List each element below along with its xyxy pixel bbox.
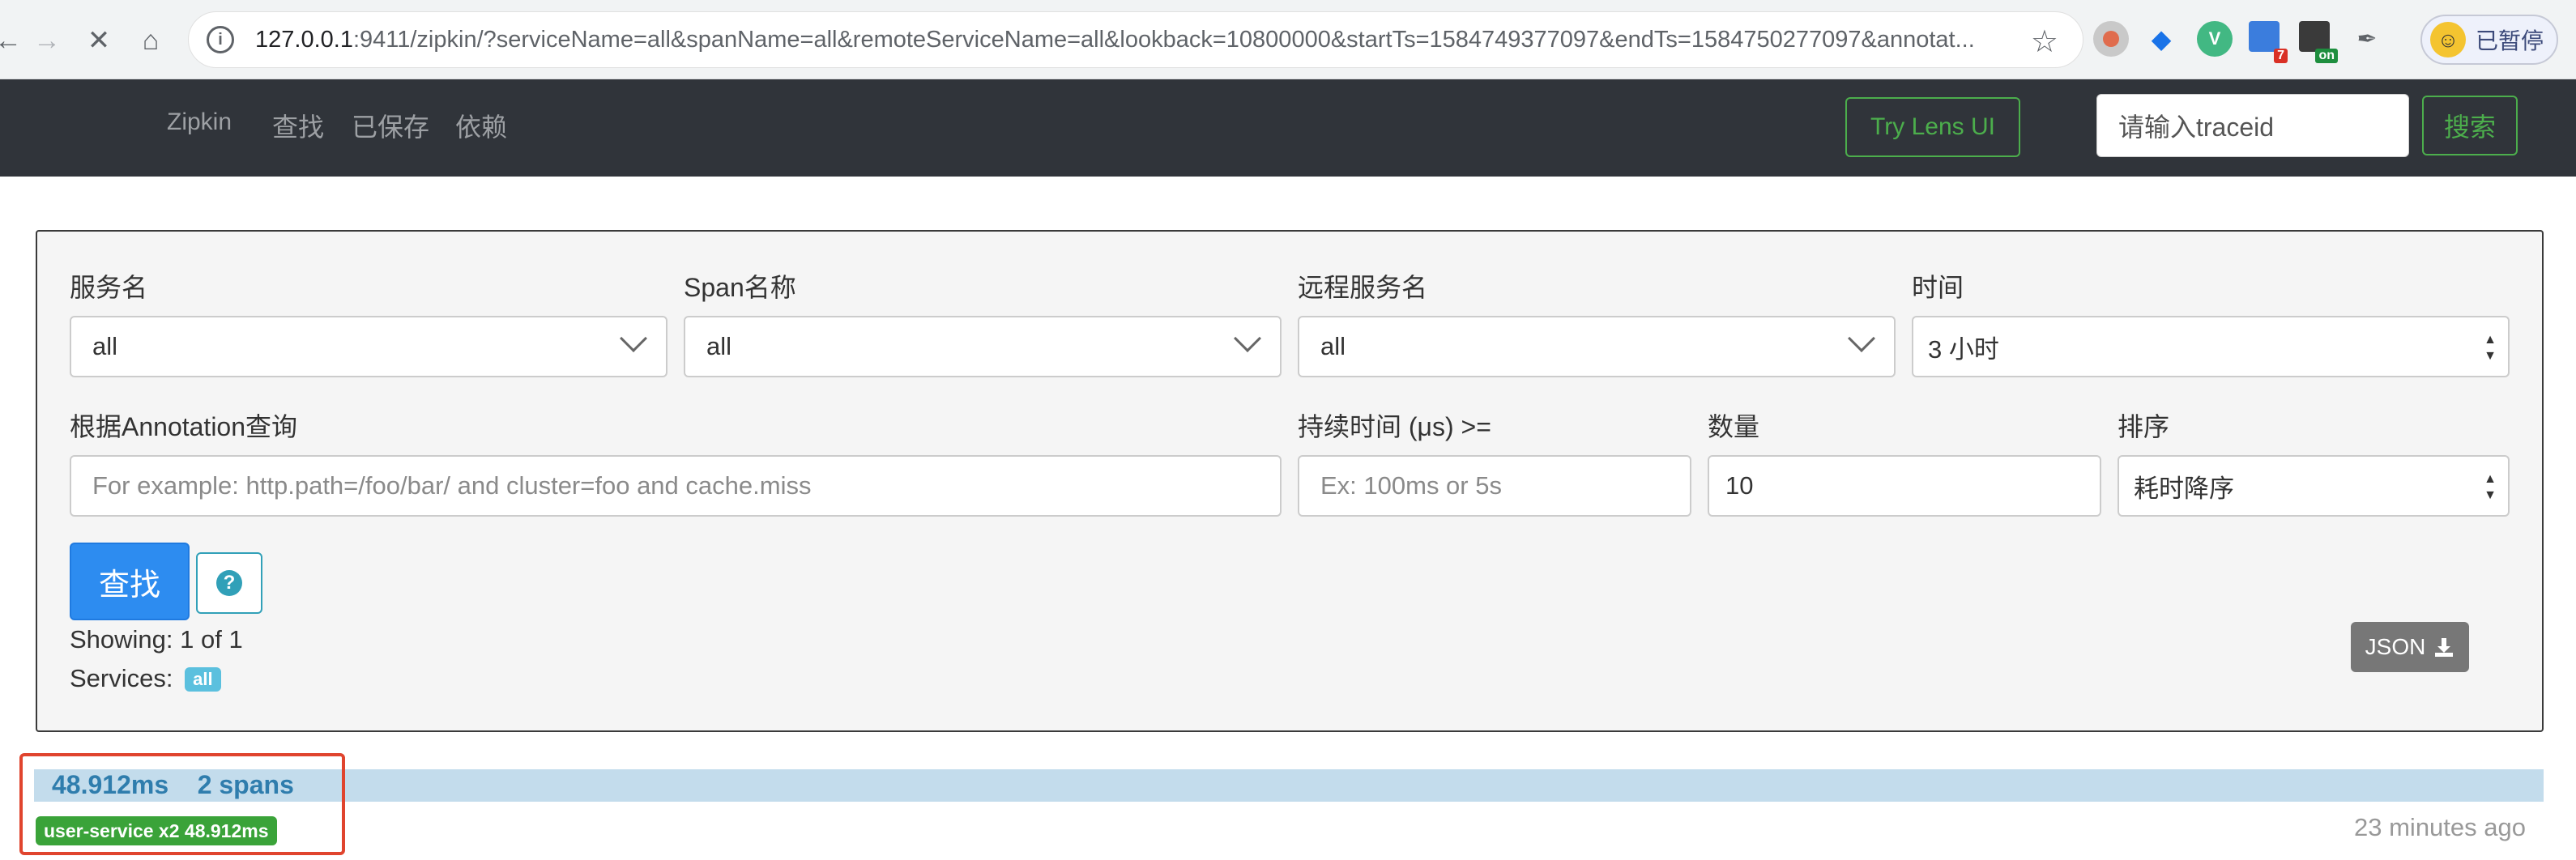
span-name-select[interactable]: all: [684, 316, 1282, 377]
profile-label: 已暂停: [2476, 28, 2544, 53]
forward-icon[interactable]: →: [24, 18, 70, 63]
url-text[interactable]: 127.0.0.1:9411/zipkin/?serviceName=all&s…: [255, 27, 2005, 53]
extension-list-icon[interactable]: on: [2299, 21, 2338, 63]
time-value: 3 小时: [1928, 334, 1999, 364]
extension-vue-icon[interactable]: V: [2197, 21, 2233, 57]
json-download-button[interactable]: JSON: [2351, 622, 2469, 672]
duration-label: 持续时间 (μs) >=: [1298, 412, 1491, 441]
url-host: 127.0.0.1: [255, 26, 353, 53]
chevron-down-icon: [1848, 325, 1875, 352]
site-info-icon[interactable]: i: [207, 26, 234, 53]
sort-value: 耗时降序: [2134, 474, 2234, 503]
chevron-down-icon: [1234, 325, 1261, 352]
remote-service-select[interactable]: all: [1298, 316, 1896, 377]
bookmark-star-icon[interactable]: ☆: [2031, 23, 2058, 60]
select-arrows-icon: ▲ ▼: [2484, 472, 2497, 502]
duration-input[interactable]: Ex: 100ms or 5s: [1298, 455, 1691, 517]
remote-service-value: all: [1320, 332, 1346, 360]
span-name-label: Span名称: [684, 273, 796, 302]
services-label: Services:: [70, 664, 173, 692]
highlight-annotation-box: [19, 753, 345, 855]
limit-input[interactable]: 10: [1708, 455, 2101, 517]
annotation-query-label: 根据Annotation查询: [70, 412, 298, 441]
home-icon[interactable]: ⌂: [128, 18, 173, 63]
app-navbar: Zipkin 查找 已保存 依赖 Try Lens UI 请输入traceid …: [0, 79, 2576, 177]
time-select[interactable]: 3 小时 ▲ ▼: [1912, 316, 2510, 377]
try-lens-ui-button[interactable]: Try Lens UI: [1845, 97, 2020, 157]
span-name-value: all: [706, 332, 732, 360]
remote-service-label: 远程服务名: [1298, 273, 1428, 302]
stop-loading-icon[interactable]: ✕: [76, 18, 122, 63]
brand-logo[interactable]: Zipkin: [167, 109, 232, 136]
traceid-search-button[interactable]: 搜索: [2422, 96, 2518, 155]
extension-diamond-icon[interactable]: ◆: [2143, 21, 2179, 57]
address-bar[interactable]: i 127.0.0.1:9411/zipkin/?serviceName=all…: [188, 11, 2083, 68]
extension-badge: 7: [2274, 49, 2288, 63]
help-button[interactable]: ?: [196, 552, 262, 614]
time-label: 时间: [1912, 273, 1964, 302]
nav-link-find[interactable]: 查找: [272, 107, 324, 144]
showing-count: Showing: 1 of 1: [70, 625, 243, 654]
limit-label: 数量: [1708, 412, 1760, 441]
service-name-label: 服务名: [70, 273, 148, 302]
trace-duration-bar[interactable]: [34, 769, 2544, 802]
service-name-value: all: [92, 332, 118, 360]
extension-eyedropper-icon[interactable]: ✒: [2349, 21, 2385, 57]
json-label: JSON: [2365, 634, 2426, 659]
extension-grid-icon[interactable]: 7: [2249, 21, 2288, 63]
browser-toolbar: ← → ✕ ⌂ i 127.0.0.1:9411/zipkin/?service…: [0, 0, 2576, 79]
chevron-down-icon: [620, 325, 647, 352]
question-icon: ?: [216, 570, 242, 596]
traceid-input[interactable]: 请输入traceid: [2096, 94, 2409, 157]
trace-timestamp: 23 minutes ago: [2354, 813, 2526, 841]
services-summary: Services: all: [70, 664, 221, 693]
download-icon: [2435, 638, 2454, 657]
select-arrows-icon: ▲ ▼: [2484, 333, 2497, 363]
extension-badge-on: on: [2315, 49, 2338, 63]
nav-link-dependencies[interactable]: 依赖: [455, 107, 507, 144]
extension-record-icon[interactable]: [2093, 21, 2129, 57]
service-filter-badge[interactable]: all: [185, 667, 221, 692]
avatar: ☺: [2430, 22, 2466, 57]
url-path: :9411/zipkin/?serviceName=all&spanName=a…: [352, 26, 1975, 53]
annotation-query-input[interactable]: For example: http.path=/foo/bar/ and clu…: [70, 455, 1282, 517]
find-traces-button[interactable]: 查找: [70, 543, 190, 620]
sort-label: 排序: [2118, 412, 2170, 441]
nav-link-saved[interactable]: 已保存: [352, 107, 429, 144]
query-panel: 服务名 all Span名称 all 远程服务名 all 时间 3 小时 ▲ ▼ …: [36, 230, 2544, 732]
profile-button[interactable]: ☺ 已暂停: [2420, 15, 2558, 65]
service-name-select[interactable]: all: [70, 316, 667, 377]
sort-select[interactable]: 耗时降序 ▲ ▼: [2118, 455, 2510, 517]
